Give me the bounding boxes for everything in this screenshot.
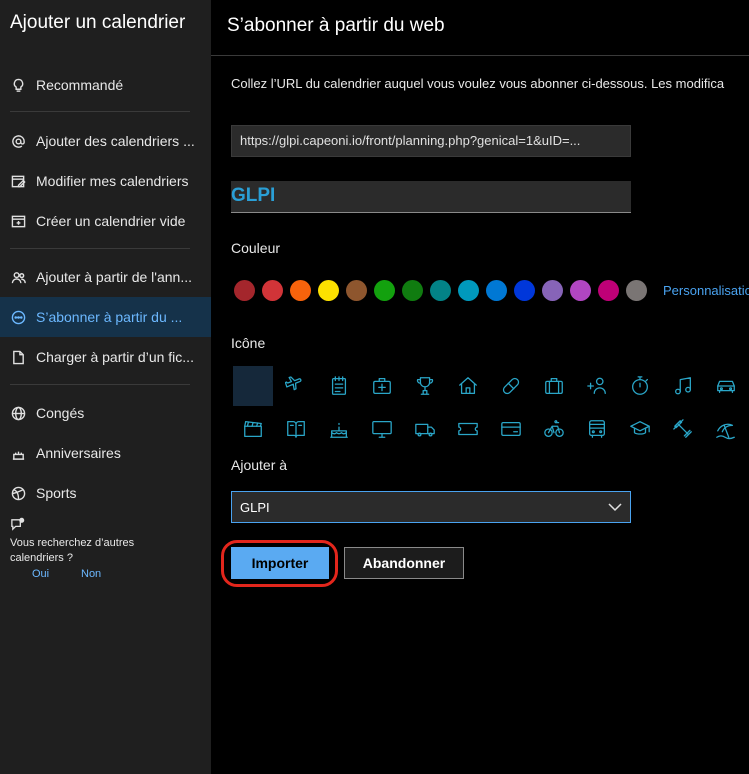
color-swatch[interactable] — [598, 280, 619, 301]
sidebar-item-create-calendar[interactable]: Créer un calendrier vide — [0, 201, 211, 241]
book-icon[interactable] — [276, 409, 316, 449]
home-icon[interactable] — [448, 366, 488, 406]
sidebar-item-label: Créer un calendrier vide — [36, 213, 186, 229]
sidebar-item-label: Sports — [36, 485, 77, 501]
ticket-icon[interactable] — [448, 409, 488, 449]
sidebar-item-subscribe-web[interactable]: S’abonner à partir du ... — [0, 297, 211, 337]
edit-calendar-icon — [10, 173, 26, 189]
sidebar-item-label: Congés — [36, 405, 85, 421]
custom-color-link[interactable]: Personnalisation — [663, 283, 749, 298]
color-swatch[interactable] — [486, 280, 507, 301]
divider — [10, 248, 190, 249]
page-title: S’abonner à partir du web — [227, 15, 445, 36]
feedback-yes-link[interactable]: Oui — [32, 568, 49, 580]
people-icon — [10, 269, 26, 285]
sidebar-item-birthdays[interactable]: Anniversaires — [0, 433, 211, 473]
sidebar-item-recommended[interactable]: Recommandé — [0, 65, 211, 105]
link-icon — [10, 309, 26, 325]
feedback-no-link[interactable]: Non — [81, 568, 101, 580]
main-header: S’abonner à partir du web — [211, 0, 749, 56]
color-swatch[interactable] — [290, 280, 311, 301]
calendar-url-input[interactable]: https://glpi.capeoni.io/front/planning.p… — [231, 125, 631, 157]
beach-icon[interactable] — [706, 409, 746, 449]
feedback-icon — [10, 517, 26, 533]
bicycle-icon[interactable] — [534, 409, 574, 449]
calendar-select-value: GLPI — [240, 499, 270, 515]
sidebar-item-label: Modifier mes calendriers — [36, 173, 189, 189]
truck-icon[interactable] — [405, 409, 445, 449]
credit-card-icon[interactable] — [491, 409, 531, 449]
feedback-question: Vous recherchez d’autres calendriers ? — [10, 537, 135, 564]
stopwatch-icon[interactable] — [620, 366, 660, 406]
sidebar-item-label: Charger à partir d’un fic... — [36, 349, 194, 365]
divider — [10, 111, 190, 112]
sidebar-item-label: Ajouter à partir de l'ann... — [36, 269, 192, 285]
pill-icon[interactable] — [491, 366, 531, 406]
trophy-icon[interactable] — [405, 366, 445, 406]
airplane-icon[interactable] — [276, 366, 316, 406]
cake-icon — [10, 445, 26, 461]
sidebar-item-upload-file[interactable]: Charger à partir d’un fic... — [0, 337, 211, 377]
birthday-cake-icon[interactable] — [319, 409, 359, 449]
color-swatch[interactable] — [626, 280, 647, 301]
medical-kit-icon[interactable] — [362, 366, 402, 406]
bus-icon[interactable] — [577, 409, 617, 449]
dumbbell-icon[interactable] — [663, 409, 703, 449]
monitor-icon[interactable] — [362, 409, 402, 449]
color-swatch[interactable] — [402, 280, 423, 301]
sidebar-item-from-directory[interactable]: Ajouter à partir de l'ann... — [0, 257, 211, 297]
icon-label: Icône — [231, 335, 266, 351]
at-icon — [10, 133, 26, 149]
globe-icon — [10, 405, 26, 421]
sidebar: Ajouter un calendrier Recommandé Ajouter… — [0, 0, 211, 774]
color-swatch[interactable] — [570, 280, 591, 301]
divider — [10, 384, 190, 385]
sidebar-item-label: S’abonner à partir du ... — [36, 309, 183, 325]
color-swatch[interactable] — [374, 280, 395, 301]
car-icon[interactable] — [706, 366, 746, 406]
calendar-add-icon — [10, 213, 26, 229]
file-upload-icon — [10, 349, 26, 365]
sidebar-item-edit-calendars[interactable]: Modifier mes calendriers — [0, 161, 211, 201]
music-note-icon[interactable] — [663, 366, 703, 406]
color-swatch[interactable] — [234, 280, 255, 301]
sidebar-item-add-calendars[interactable]: Ajouter des calendriers ... — [0, 121, 211, 161]
blank-icon[interactable] — [233, 366, 273, 406]
color-swatch[interactable] — [458, 280, 479, 301]
calendar-select[interactable]: GLPI — [231, 491, 631, 523]
briefcase-icon[interactable] — [534, 366, 574, 406]
ball-icon — [10, 485, 26, 501]
lightbulb-icon — [10, 77, 26, 93]
calendar-name-input[interactable]: GLPI — [231, 181, 631, 213]
color-swatch[interactable] — [430, 280, 451, 301]
color-swatch[interactable] — [514, 280, 535, 301]
notepad-icon[interactable] — [319, 366, 359, 406]
color-picker — [234, 280, 654, 301]
chevron-down-icon — [608, 501, 622, 516]
graduation-cap-icon[interactable] — [620, 409, 660, 449]
cancel-button[interactable]: Abandonner — [344, 547, 464, 579]
sidebar-item-label: Ajouter des calendriers ... — [36, 133, 195, 149]
import-button[interactable]: Importer — [231, 547, 329, 579]
sidebar-item-sports[interactable]: Sports — [0, 473, 211, 513]
instructions-text: Collez l’URL du calendrier auquel vous v… — [231, 76, 725, 91]
color-swatch[interactable] — [262, 280, 283, 301]
clapperboard-icon[interactable] — [233, 409, 273, 449]
color-swatch[interactable] — [318, 280, 339, 301]
sidebar-item-label: Recommandé — [36, 77, 124, 93]
color-label: Couleur — [231, 240, 281, 256]
color-swatch[interactable] — [346, 280, 367, 301]
people-icon[interactable] — [577, 366, 617, 406]
sidebar-item-holidays[interactable]: Congés — [0, 393, 211, 433]
add-to-label: Ajouter à — [231, 457, 288, 473]
color-swatch[interactable] — [542, 280, 563, 301]
sidebar-title: Ajouter un calendrier — [10, 12, 186, 33]
sidebar-item-label: Anniversaires — [36, 445, 121, 461]
